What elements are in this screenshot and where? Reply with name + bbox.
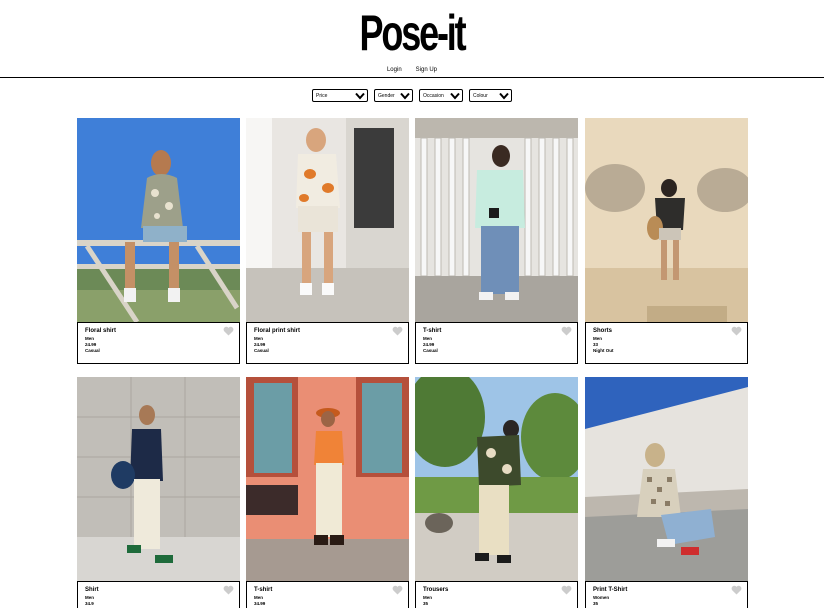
gender-filter-label: Gender <box>378 92 395 99</box>
product-info: Trousers Men 35 <box>415 581 578 608</box>
product-info: T-shirt Men 24.99 Casual <box>415 322 578 364</box>
site-logo[interactable]: Pose-it <box>115 2 708 64</box>
product-info: Print T-Shirt Women 35 <box>585 581 748 608</box>
product-info: Shorts Men 33 Night Out <box>585 322 748 364</box>
product-photo[interactable] <box>585 118 748 322</box>
favorite-heart-icon[interactable] <box>561 326 572 336</box>
product-price: 35 <box>423 601 429 606</box>
product-occasion: Casual <box>423 348 438 353</box>
price-filter-label: Price <box>316 92 328 99</box>
favorite-heart-icon[interactable] <box>731 326 742 336</box>
product-occasion: Night Out <box>593 348 614 353</box>
product-name: T-shirt <box>423 328 442 334</box>
product-name: Print T-Shirt <box>593 587 628 593</box>
filter-bar: Price Gender Occasion Colour <box>0 89 824 102</box>
product-info: Floral print shirt Men 24.99 Casual <box>246 322 409 364</box>
product-name: Floral shirt <box>85 328 117 334</box>
product-name: Floral print shirt <box>254 328 301 334</box>
signup-link[interactable]: Sign Up <box>416 67 437 73</box>
product-info: T-shirt Men 34.99 <box>246 581 409 608</box>
colour-filter-select[interactable]: Colour <box>469 89 512 102</box>
favorite-heart-icon[interactable] <box>392 585 403 595</box>
product-occasion: Casual <box>254 348 269 353</box>
price-filter-select[interactable]: Price <box>312 89 368 102</box>
product-photo[interactable] <box>585 377 748 581</box>
product-info: Shirt Men 34.9 <box>77 581 240 608</box>
auth-links: Login Sign Up <box>0 67 824 73</box>
chevron-down-icon <box>450 92 460 100</box>
product-info: Floral shirt Men 24.99 Casual <box>77 322 240 364</box>
product-photo[interactable] <box>415 377 578 581</box>
product-price: 34.9 <box>85 601 94 606</box>
favorite-heart-icon[interactable] <box>223 326 234 336</box>
chevron-down-icon <box>355 92 365 100</box>
favorite-heart-icon[interactable] <box>223 585 234 595</box>
product-name: Shorts <box>593 328 613 334</box>
product-occasion: Casual <box>85 348 100 353</box>
product-photo[interactable] <box>246 377 409 581</box>
product-photo[interactable] <box>415 118 578 322</box>
chevron-down-icon <box>400 92 410 100</box>
product-photo[interactable] <box>77 377 240 581</box>
product-photo[interactable] <box>77 118 240 322</box>
gender-filter-select[interactable]: Gender <box>374 89 413 102</box>
favorite-heart-icon[interactable] <box>731 585 742 595</box>
chevron-down-icon <box>499 92 509 100</box>
occasion-filter-select[interactable]: Occasion <box>419 89 463 102</box>
product-name: Shirt <box>85 587 99 593</box>
header-divider <box>0 77 824 78</box>
colour-filter-label: Colour <box>473 92 488 99</box>
login-link[interactable]: Login <box>387 67 402 73</box>
favorite-heart-icon[interactable] <box>392 326 403 336</box>
product-photo[interactable] <box>246 118 409 322</box>
favorite-heart-icon[interactable] <box>561 585 572 595</box>
product-price: 34.99 <box>254 601 266 606</box>
product-name: T-shirt <box>254 587 273 593</box>
product-name: Trousers <box>423 587 449 593</box>
occasion-filter-label: Occasion <box>423 92 444 99</box>
product-price: 35 <box>593 601 599 606</box>
